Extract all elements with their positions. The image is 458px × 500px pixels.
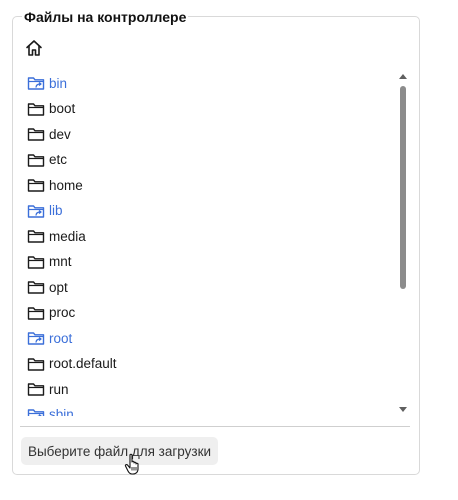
folder-link-icon: [27, 330, 45, 346]
file-list-item[interactable]: home: [27, 174, 83, 196]
folder-icon: [27, 279, 45, 295]
file-list-item[interactable]: proc: [27, 302, 75, 324]
folder-link-icon: [27, 75, 45, 91]
file-list-item-label: bin: [49, 75, 68, 91]
folder-icon: [27, 101, 45, 117]
scroll-up-arrow-icon[interactable]: [399, 74, 407, 79]
folder-icon: [27, 305, 45, 321]
file-list-item-label: boot: [49, 101, 76, 116]
file-list-item-label: sbin: [49, 407, 74, 416]
file-list-item[interactable]: root.default: [27, 353, 117, 375]
scrollbar[interactable]: [397, 70, 409, 416]
divider: [20, 426, 410, 427]
folder-icon: [27, 126, 45, 142]
file-list-item-label: root.default: [49, 356, 117, 371]
file-list-item[interactable]: opt: [27, 276, 68, 298]
file-list-item-label: mnt: [49, 254, 72, 269]
scrollbar-thumb[interactable]: [400, 86, 406, 289]
file-list-item[interactable]: bin: [27, 72, 67, 94]
upload-file-button[interactable]: Выберите файл для загрузки: [21, 437, 218, 465]
file-list-item-label: run: [49, 381, 69, 397]
file-list-item-label: dev: [49, 126, 71, 142]
file-list-item[interactable]: media: [27, 225, 86, 247]
file-list-item-label: media: [49, 228, 86, 244]
folder-icon: [27, 254, 45, 270]
file-list-item-label: root: [49, 330, 73, 346]
panel-title: Файлы на контроллере: [22, 8, 189, 26]
file-list-item-label: opt: [49, 279, 68, 295]
file-list-item-label: home: [49, 177, 83, 193]
folder-link-icon: [27, 407, 45, 416]
folder-icon: [27, 381, 45, 397]
home-icon[interactable]: [24, 38, 44, 58]
file-list-item[interactable]: sbin: [27, 404, 74, 416]
file-list[interactable]: bin boot dev etc home lib media mnt opt proc root r…: [20, 70, 412, 416]
folder-icon: [27, 152, 45, 168]
folder-icon: [27, 177, 45, 193]
file-list-item[interactable]: etc: [27, 149, 67, 171]
file-list-item-label: proc: [49, 305, 76, 320]
file-list-item[interactable]: run: [27, 378, 69, 400]
file-list-item[interactable]: dev: [27, 123, 71, 145]
folder-icon: [27, 228, 45, 244]
file-list-item[interactable]: mnt: [27, 251, 72, 273]
scroll-down-arrow-icon[interactable]: [399, 407, 407, 412]
file-list-item[interactable]: boot: [27, 98, 75, 120]
file-list-item-label: lib: [49, 203, 63, 218]
folder-link-icon: [27, 203, 45, 219]
hand-pointer-cursor-icon: [124, 453, 142, 475]
folder-icon: [27, 356, 45, 372]
file-list-item-label: etc: [49, 152, 68, 167]
file-list-item[interactable]: lib: [27, 200, 63, 222]
file-list-item[interactable]: root: [27, 327, 72, 349]
